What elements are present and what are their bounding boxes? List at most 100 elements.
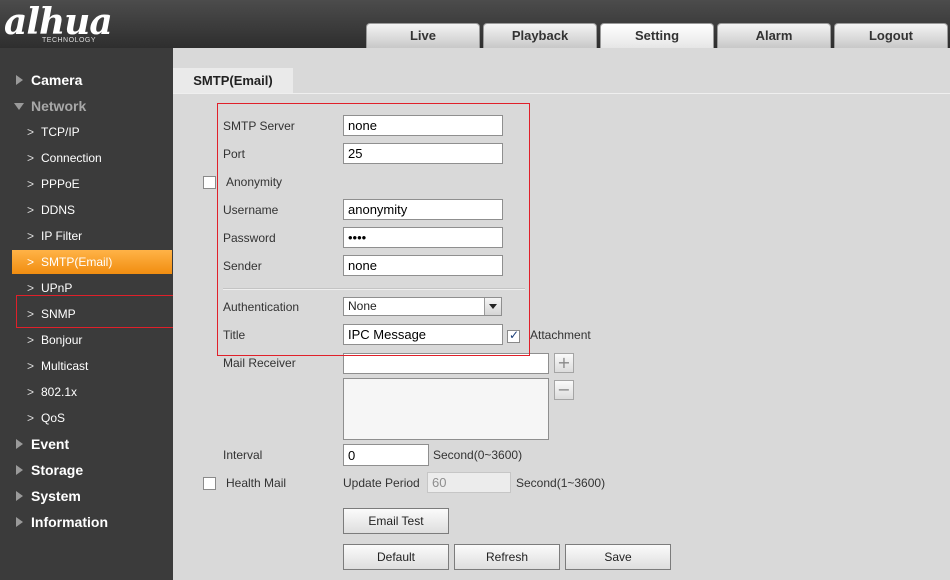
- chevron-right-icon: >: [27, 125, 35, 139]
- sender-input[interactable]: [343, 255, 503, 276]
- sidebar-item-qos[interactable]: > QoS: [0, 407, 173, 429]
- chevron-right-icon: >: [27, 203, 35, 217]
- sender-label: Sender: [223, 259, 262, 273]
- collapsed-arrow-icon: [16, 75, 23, 85]
- email-test-button[interactable]: Email Test: [343, 508, 449, 534]
- expanded-arrow-icon: [14, 103, 24, 110]
- chevron-right-icon: >: [27, 151, 35, 165]
- update-period-input[interactable]: [427, 472, 511, 493]
- port-input[interactable]: [343, 143, 503, 164]
- smtp-server-label: SMTP Server: [223, 119, 295, 133]
- chevron-right-icon: >: [27, 333, 35, 347]
- sidebar-item-label: Network: [31, 98, 87, 114]
- password-input[interactable]: [343, 227, 503, 248]
- sidebar-item-smtp-email[interactable]: > SMTP(Email): [12, 250, 172, 274]
- dahua-logo: alhua TECHNOLOGY: [4, 1, 154, 46]
- sidebar-item-label: DDNS: [41, 203, 76, 217]
- title-input[interactable]: [343, 324, 503, 345]
- settings-sidebar: Camera Network > TCP/IP > Connection > P…: [0, 48, 190, 580]
- attachment-checkbox[interactable]: [507, 328, 520, 343]
- sidebar-item-ddns[interactable]: > DDNS: [0, 199, 173, 221]
- username-label: Username: [223, 203, 279, 217]
- chevron-right-icon: >: [27, 281, 35, 295]
- chevron-right-icon: >: [27, 255, 35, 269]
- sidebar-item-label: Event: [31, 436, 70, 452]
- sidebar-item-label: Information: [31, 514, 108, 530]
- health-mail-checkbox[interactable]: [203, 477, 216, 490]
- password-label: Password: [223, 231, 276, 245]
- mail-receiver-list[interactable]: [343, 378, 549, 440]
- anonymity-label: Anonymity: [226, 175, 283, 189]
- tab-divider: [173, 93, 950, 94]
- tab-smtp-email[interactable]: SMTP(Email): [173, 68, 293, 94]
- sidebar-item-label: Camera: [31, 72, 83, 88]
- sidebar-item-multicast[interactable]: > Multicast: [0, 355, 173, 377]
- chevron-right-icon: >: [27, 229, 35, 243]
- sidebar-item-label: Storage: [31, 462, 84, 478]
- smtp-server-input[interactable]: [343, 115, 503, 136]
- sidebar-item-label: System: [31, 488, 81, 504]
- authentication-select[interactable]: None: [343, 297, 502, 316]
- save-button[interactable]: Save: [565, 544, 671, 570]
- sidebar-item-upnp[interactable]: > UPnP: [0, 277, 173, 299]
- interval-label: Interval: [223, 448, 263, 462]
- collapsed-arrow-icon: [16, 491, 23, 501]
- sidebar-item-label: Multicast: [41, 359, 89, 373]
- remove-receiver-button[interactable]: −: [554, 380, 574, 400]
- chevron-right-icon: >: [27, 411, 35, 425]
- collapsed-arrow-icon: [16, 465, 23, 475]
- default-button[interactable]: Default: [343, 544, 449, 570]
- username-input[interactable]: [343, 199, 503, 220]
- add-receiver-button[interactable]: +: [554, 353, 574, 373]
- sidebar-item-ip-filter[interactable]: > IP Filter: [0, 225, 173, 247]
- tab-logout[interactable]: Logout: [834, 23, 948, 48]
- interval-unit: Second(0~3600): [433, 448, 523, 462]
- mail-receiver-input[interactable]: [343, 353, 549, 374]
- sidebar-item-connection[interactable]: > Connection: [0, 147, 173, 169]
- mail-receiver-label: Mail Receiver: [223, 356, 296, 370]
- sidebar-item-label: 802.1x: [41, 385, 78, 399]
- title-label: Title: [223, 328, 246, 342]
- sidebar-item-8021x[interactable]: > 802.1x: [0, 381, 173, 403]
- attachment-label: Attachment: [530, 328, 591, 342]
- chevron-right-icon: >: [27, 359, 35, 373]
- sidebar-item-label: Connection: [41, 151, 102, 165]
- refresh-button[interactable]: Refresh: [454, 544, 560, 570]
- sidebar-item-label: TCP/IP: [41, 125, 80, 139]
- tab-live[interactable]: Live: [366, 23, 480, 48]
- logo-tagline: TECHNOLOGY: [42, 37, 97, 44]
- collapsed-arrow-icon: [16, 439, 23, 449]
- anonymity-checkbox[interactable]: [203, 176, 216, 189]
- tab-setting[interactable]: Setting: [600, 23, 714, 48]
- authentication-selected-value: None: [348, 299, 377, 313]
- health-mail-label: Health Mail: [226, 476, 287, 490]
- sidebar-item-storage[interactable]: Storage: [0, 459, 173, 481]
- sidebar-item-label: PPPoE: [41, 177, 80, 191]
- top-bar: alhua TECHNOLOGY Live Playback Setting A…: [0, 0, 950, 48]
- sidebar-item-network[interactable]: Network: [0, 95, 173, 117]
- chevron-right-icon: >: [27, 177, 35, 191]
- chevron-right-icon: >: [27, 385, 35, 399]
- sidebar-item-snmp[interactable]: > SNMP: [0, 303, 173, 325]
- sidebar-item-tcpip[interactable]: > TCP/IP: [0, 121, 173, 143]
- update-period-unit: Second(1~3600): [516, 476, 606, 490]
- chevron-right-icon: >: [27, 307, 35, 321]
- section-divider: [223, 288, 525, 290]
- sidebar-item-pppoe[interactable]: > PPPoE: [0, 173, 173, 195]
- sidebar-item-camera[interactable]: Camera: [0, 69, 173, 91]
- tab-playback[interactable]: Playback: [483, 23, 597, 48]
- sidebar-item-label: SMTP(Email): [41, 255, 113, 269]
- sidebar-item-label: UPnP: [41, 281, 73, 295]
- dropdown-arrow-icon[interactable]: [484, 298, 501, 315]
- port-label: Port: [223, 147, 246, 161]
- sidebar-item-system[interactable]: System: [0, 485, 173, 507]
- sidebar-item-label: IP Filter: [41, 229, 83, 243]
- interval-input[interactable]: [343, 444, 429, 466]
- sidebar-item-information[interactable]: Information: [0, 511, 173, 533]
- tab-alarm[interactable]: Alarm: [717, 23, 831, 48]
- sidebar-item-label: SNMP: [41, 307, 76, 321]
- sidebar-item-label: QoS: [41, 411, 66, 425]
- sidebar-item-event[interactable]: Event: [0, 433, 173, 455]
- sidebar-item-bonjour[interactable]: > Bonjour: [0, 329, 173, 351]
- sidebar-item-label: Bonjour: [41, 333, 83, 347]
